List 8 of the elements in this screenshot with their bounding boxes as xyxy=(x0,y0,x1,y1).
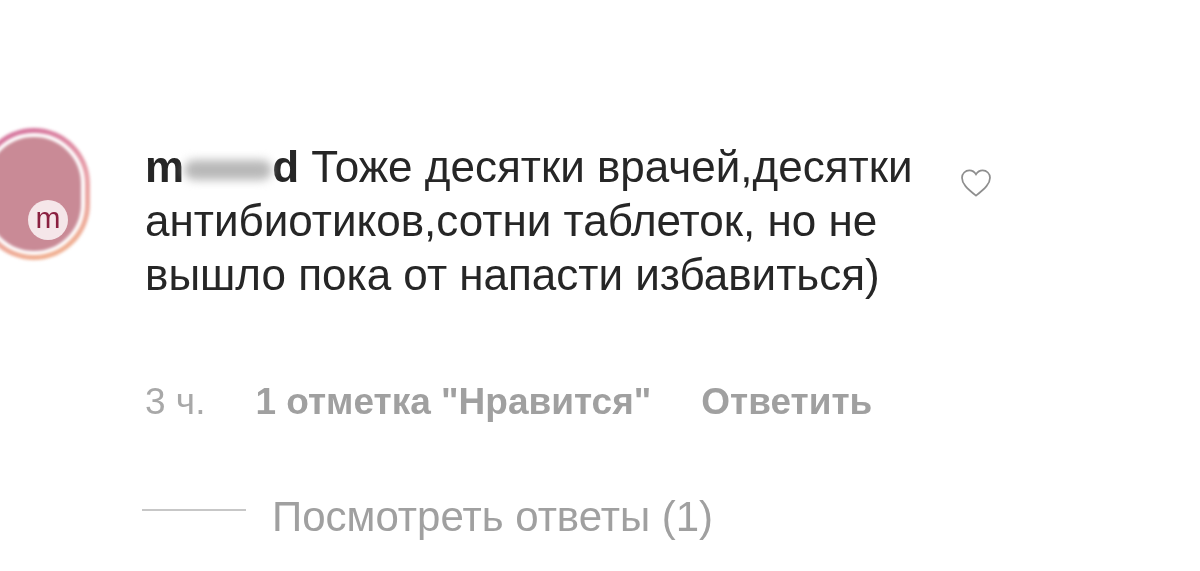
time-text: 3 ч. xyxy=(145,380,206,424)
username-link[interactable]: m d xyxy=(145,142,299,191)
comment-text: m d Тоже десятки врачей,десятки антибиотиков,сотни таблеток, но не вышло пока от напасти избавиться) xyxy=(145,141,914,301)
heart-icon[interactable] xyxy=(960,168,992,198)
likes-link[interactable]: 1 отметка "Нравится" xyxy=(255,380,652,424)
reply-link[interactable]: Ответить xyxy=(701,380,873,424)
view-replies-link[interactable]: Посмотреть ответы (1) xyxy=(272,493,714,541)
avatar[interactable] xyxy=(0,128,90,260)
